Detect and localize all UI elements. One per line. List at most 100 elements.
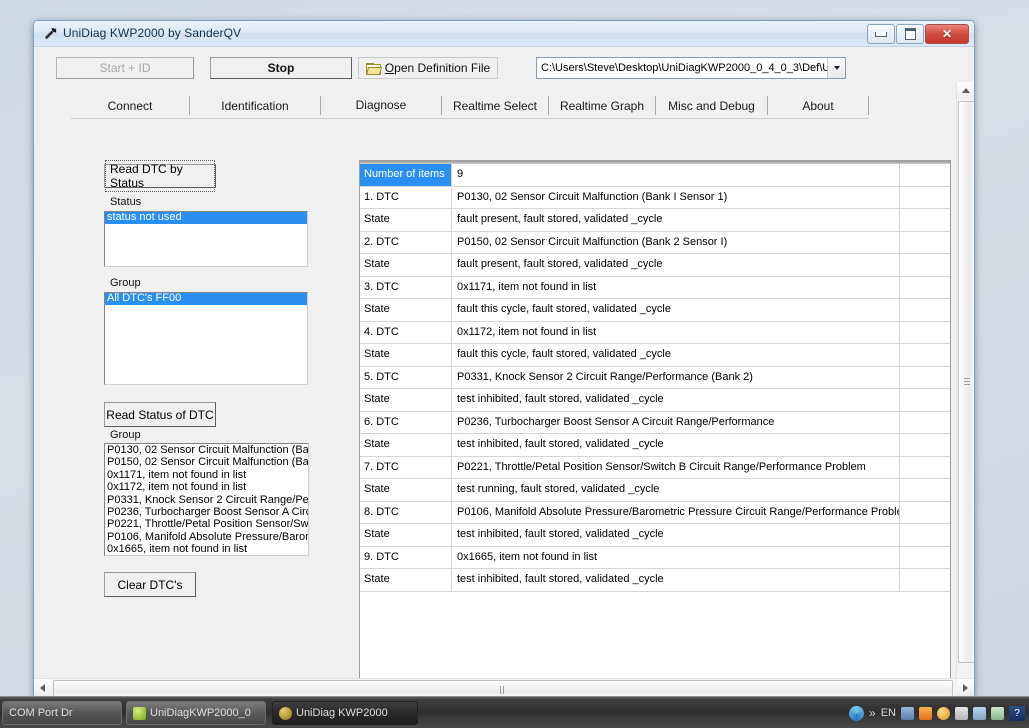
tab-realtime-select[interactable]: Realtime Select xyxy=(442,93,548,118)
tab-diagnose[interactable]: Diagnose xyxy=(321,91,441,118)
grid-extra-cell xyxy=(900,569,950,591)
application-window: UniDiag KWP2000 by SanderQV ✕ Start + ID… xyxy=(33,20,975,697)
scroll-left-button[interactable] xyxy=(34,679,51,696)
list-item[interactable]: All DTC's FF00 xyxy=(105,293,307,305)
taskbar: COM Port Dr UniDiagKWP2000_0 UniDiag KWP… xyxy=(0,696,1029,728)
horizontal-scroll-thumb[interactable] xyxy=(53,680,953,696)
grid-row-key: 9. DTC xyxy=(360,546,452,568)
grid-row-key: State xyxy=(360,209,452,231)
grid-row-key: State xyxy=(360,479,452,501)
vertical-scroll-thumb[interactable] xyxy=(958,101,974,663)
maximize-button[interactable] xyxy=(896,24,924,44)
table-row[interactable]: 4. DTC 0x1172, item not found in list xyxy=(360,321,950,344)
grid-row-value: P0221, Throttle/Petal Position Sensor/Sw… xyxy=(452,456,900,478)
tray-icon-shield[interactable] xyxy=(937,706,950,720)
table-row[interactable]: 3. DTC 0x1171, item not found in list xyxy=(360,276,950,299)
grid-row-value: 0x1665, item not found in list xyxy=(452,546,900,568)
grid-extra-cell xyxy=(900,344,950,366)
table-row[interactable]: 6. DTC P0236, Turbocharger Boost Sensor A… xyxy=(360,411,950,434)
horizontal-scrollbar[interactable] xyxy=(34,678,974,696)
list-item[interactable]: P0130, 02 Sensor Circuit Malfunction (Ba… xyxy=(105,444,308,456)
table-row[interactable]: 9. DTC 0x1665, item not found in list xyxy=(360,546,950,569)
grid-extra-cell xyxy=(900,502,950,524)
table-row[interactable]: State fault this cycle, fault stored, val… xyxy=(360,344,950,367)
table-row[interactable]: 8. DTC P0106, Manifold Absolute Pressure/… xyxy=(360,501,950,524)
taskbar-item-unidiag-app[interactable]: UniDiag KWP2000 xyxy=(272,701,418,725)
tray-icon-help[interactable]: ? xyxy=(1009,705,1025,721)
grid-row-value: test inhibited, fault stored, validated … xyxy=(452,389,900,411)
table-row[interactable]: State fault this cycle, fault stored, val… xyxy=(360,299,950,322)
table-row[interactable]: State fault present, fault stored, valida… xyxy=(360,209,950,232)
dtc-group-listbox[interactable]: P0130, 02 Sensor Circuit Malfunction (Ba… xyxy=(104,443,309,556)
stop-button[interactable]: Stop xyxy=(210,57,352,79)
scroll-up-button[interactable] xyxy=(957,82,974,99)
taskbar-item-label: COM Port Dr xyxy=(9,707,73,719)
table-row[interactable]: State fault present, fault stored, valida… xyxy=(360,254,950,277)
group-listbox[interactable]: All DTC's FF00 xyxy=(104,292,308,385)
table-row[interactable]: State test inhibited, fault stored, valid… xyxy=(360,389,950,412)
list-item[interactable]: P0106, Manifold Absolute Pressure/Barome… xyxy=(105,531,308,543)
minimize-button[interactable] xyxy=(867,24,895,44)
clear-dtcs-button[interactable]: Clear DTC's xyxy=(104,572,196,597)
definition-file-combobox[interactable]: C:\Users\Steve\Desktop\UniDiagKWP2000_0_… xyxy=(536,57,846,79)
grid-extra-cell xyxy=(900,457,950,479)
read-dtc-by-status-button[interactable]: Read DTC by Status xyxy=(104,160,216,192)
taskbar-item-com-port[interactable]: COM Port Dr xyxy=(2,701,122,725)
list-item[interactable]: 0x1171, item not found in list xyxy=(105,469,308,481)
folder-open-icon xyxy=(365,62,382,75)
table-row[interactable]: Number of items 9 xyxy=(360,164,950,187)
title-bar: UniDiag KWP2000 by SanderQV ✕ xyxy=(34,21,974,47)
combobox-dropdown-button[interactable] xyxy=(827,58,845,78)
language-indicator[interactable]: EN xyxy=(881,707,896,719)
dtc-grid[interactable]: Number of items 9 1. DTC P0130, 02 Sensor… xyxy=(359,160,951,696)
group-list-label: Group xyxy=(110,277,141,289)
grid-row-value: P0331, Knock Sensor 2 Circuit Range/Perf… xyxy=(452,366,900,388)
list-item[interactable]: P0236, Turbocharger Boost Sensor A Circu… xyxy=(105,506,308,518)
list-item[interactable]: P0150, 02 Sensor Circuit Malfunction (Ba… xyxy=(105,456,308,468)
status-listbox[interactable]: status not used xyxy=(104,211,308,267)
table-row[interactable]: State test inhibited, fault stored, valid… xyxy=(360,569,950,592)
list-item[interactable]: 0x1665, item not found in list xyxy=(105,543,308,555)
close-button[interactable]: ✕ xyxy=(925,24,969,44)
minimize-icon xyxy=(875,31,887,37)
tray-icon-display[interactable] xyxy=(955,706,968,720)
tab-connect[interactable]: Connect xyxy=(71,93,189,118)
tray-icon-battery[interactable] xyxy=(991,706,1004,720)
scroll-right-button[interactable] xyxy=(957,679,974,696)
table-row[interactable]: 2. DTC P0150, 02 Sensor Circuit Malfuncti… xyxy=(360,231,950,254)
tab-about[interactable]: About xyxy=(768,93,868,118)
tab-identification[interactable]: Identification xyxy=(190,93,320,118)
tray-icon-network[interactable] xyxy=(901,706,914,720)
list-item[interactable]: P0331, Knock Sensor 2 Circuit Range/Perf… xyxy=(105,494,308,506)
vertical-scrollbar[interactable] xyxy=(956,82,974,696)
table-row[interactable]: 1. DTC P0130, 02 Sensor Circuit Malfuncti… xyxy=(360,186,950,209)
table-row[interactable]: State test running, fault stored, validat… xyxy=(360,479,950,502)
window-title: UniDiag KWP2000 by SanderQV xyxy=(63,26,242,40)
list-item[interactable]: status not used xyxy=(105,212,307,224)
tray-icon-volume[interactable] xyxy=(973,706,986,720)
grid-row-key: 4. DTC xyxy=(360,321,452,343)
browser-icon[interactable] xyxy=(849,705,865,721)
grid-extra-cell xyxy=(900,232,950,254)
grid-extra-cell xyxy=(900,367,950,389)
table-row[interactable]: 5. DTC P0331, Knock Sensor 2 Circuit Rang… xyxy=(360,366,950,389)
list-item[interactable]: 0x1172, item not found in list xyxy=(105,481,308,493)
grid-row-key: State xyxy=(360,254,452,276)
table-row[interactable]: State test inhibited, fault stored, valid… xyxy=(360,434,950,457)
tab-realtime-graph[interactable]: Realtime Graph xyxy=(549,93,655,118)
grid-row-value: fault present, fault stored, validated _… xyxy=(452,209,900,231)
maximize-icon xyxy=(904,28,916,40)
table-row[interactable]: State test inhibited, fault stored, valid… xyxy=(360,524,950,547)
tray-icon-update[interactable] xyxy=(919,706,932,720)
grid-extra-cell xyxy=(900,412,950,434)
open-definition-file-button[interactable]: Open Definition File xyxy=(358,57,498,79)
taskbar-item-unidiag-folder[interactable]: UniDiagKWP2000_0 xyxy=(126,701,266,725)
list-item[interactable]: P0221, Throttle/Petal Position Sensor/Sw… xyxy=(105,518,308,530)
chevron-up-icon[interactable]: » xyxy=(869,706,876,720)
table-row[interactable]: 7. DTC P0221, Throttle/Petal Position Sen… xyxy=(360,456,950,479)
grid-row-value: 0x1172, item not found in list xyxy=(452,321,900,343)
read-status-of-dtc-button[interactable]: Read Status of DTC xyxy=(104,402,216,427)
taskbar-item-label: UniDiag KWP2000 xyxy=(296,707,388,719)
tab-misc-and-debug[interactable]: Misc and Debug xyxy=(656,93,767,118)
start-id-button[interactable]: Start + ID xyxy=(56,57,194,79)
